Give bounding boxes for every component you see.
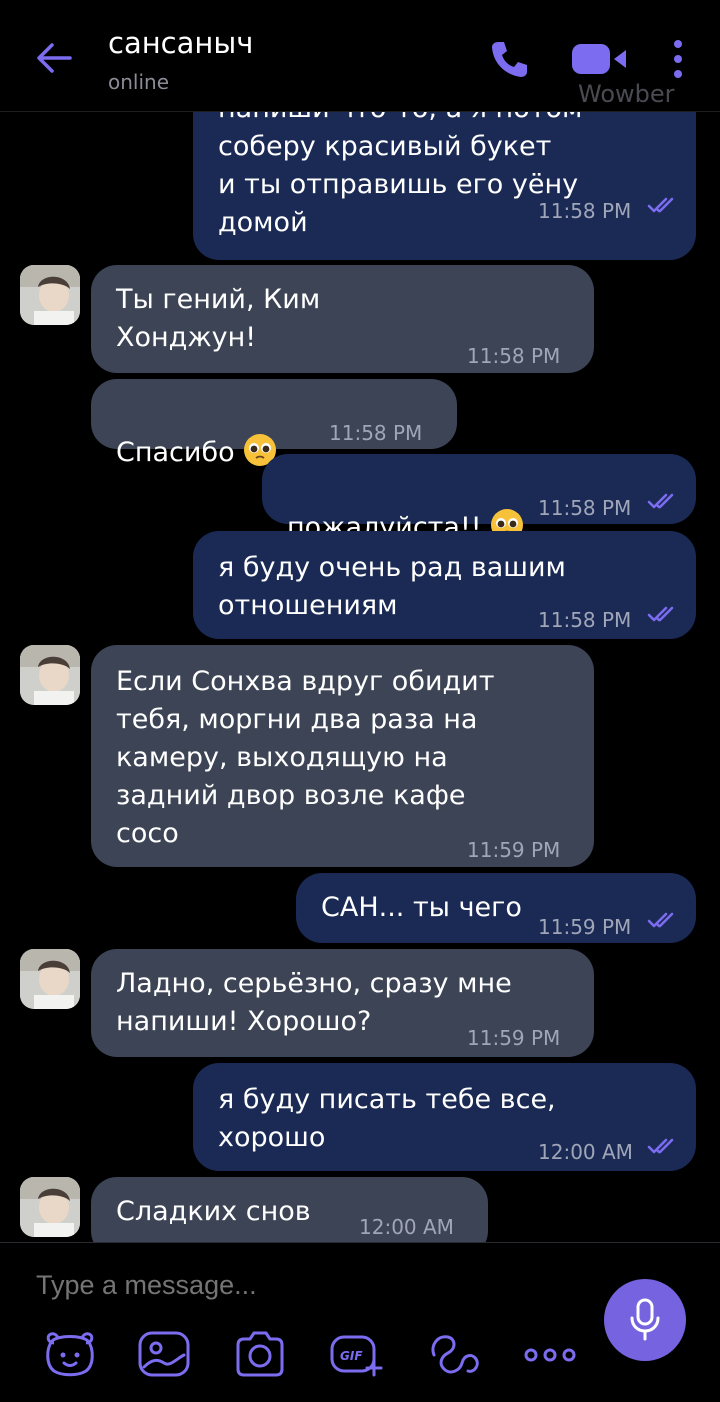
more-vertical-icon[interactable]: [668, 38, 688, 80]
read-ticks-icon: [647, 197, 674, 213]
microphone-icon: [630, 1298, 660, 1341]
message-time: 11:58 PM: [538, 199, 632, 223]
watermark: Wowber: [578, 80, 675, 108]
message-text: Если Сонхва вдруг обидит тебя, моргни дв…: [116, 666, 495, 849]
incoming-message[interactable]: Спасибо 11:58 PM: [91, 379, 457, 468]
message-time: 11:58 PM: [467, 344, 561, 368]
outgoing-message[interactable]: пожалуйста!! 11:58 PM: [262, 454, 696, 543]
read-ticks-icon: [647, 606, 674, 622]
outgoing-message[interactable]: САН... ты чего 11:59 PM: [296, 873, 696, 943]
contact-name[interactable]: сансаныч: [108, 26, 253, 60]
message-text: я буду очень рад вашим отношениям: [218, 552, 566, 621]
video-call-icon[interactable]: [570, 40, 630, 78]
contact-avatar[interactable]: [20, 949, 80, 1009]
message-text: я буду писать тебе все, хорошо: [218, 1084, 556, 1153]
doodle-icon[interactable]: [136, 1329, 192, 1379]
outgoing-message[interactable]: я буду писать тебе все, хорошо 12:00 AM: [193, 1063, 696, 1171]
phone-call-icon[interactable]: [488, 38, 530, 80]
message-time: 11:59 PM: [467, 1026, 561, 1050]
incoming-message[interactable]: Если Сонхва вдруг обидит тебя, моргни дв…: [91, 645, 594, 867]
message-composer: GIF: [0, 1242, 720, 1402]
incoming-message[interactable]: Ты гений, Ким Хонджун! 11:58 PM: [91, 265, 594, 373]
message-time: 11:58 PM: [538, 608, 632, 632]
message-time: 11:59 PM: [467, 838, 561, 862]
message-text: Ты гений, Ким Хонджун!: [116, 284, 321, 353]
message-text: Сладких снов: [116, 1196, 311, 1227]
read-ticks-icon: [647, 1138, 674, 1154]
message-time: 12:00 AM: [538, 1140, 633, 1164]
message-text: САН... ты чего: [321, 892, 522, 923]
contact-avatar[interactable]: [20, 1177, 80, 1237]
camera-icon[interactable]: [232, 1329, 288, 1379]
svg-text:GIF: GIF: [340, 1349, 363, 1363]
contact-status: online: [108, 70, 170, 94]
sticker-bear-icon[interactable]: [42, 1329, 98, 1379]
emoticon-icon[interactable]: [426, 1329, 482, 1379]
message-time: 12:00 AM: [359, 1215, 454, 1239]
gif-icon[interactable]: GIF: [328, 1329, 384, 1379]
message-text: Спасибо: [116, 437, 235, 468]
incoming-message[interactable]: Сладких снов 12:00 AM: [91, 1177, 488, 1242]
contact-avatar[interactable]: [20, 265, 80, 325]
incoming-message[interactable]: Ладно, серьёзно, сразу мне напиши! Хорош…: [91, 949, 594, 1057]
message-input[interactable]: [36, 1265, 576, 1305]
message-text: Ладно, серьёзно, сразу мне напиши! Хорош…: [116, 968, 512, 1037]
chat-header: сансаныч online Wowber: [0, 0, 720, 112]
message-text: напиши что-то, а я потом соберу красивый…: [218, 112, 582, 238]
outgoing-message[interactable]: я буду очень рад вашим отношениям 11:58 …: [193, 531, 696, 639]
more-options-icon[interactable]: [522, 1329, 578, 1379]
read-ticks-icon: [647, 493, 674, 509]
outgoing-message[interactable]: напиши что-то, а я потом соберу красивый…: [193, 112, 696, 260]
message-time: 11:59 PM: [538, 915, 632, 939]
message-time: 11:58 PM: [538, 496, 632, 520]
voice-message-button[interactable]: [604, 1279, 686, 1361]
back-arrow-icon[interactable]: [34, 38, 74, 78]
read-ticks-icon: [647, 912, 674, 928]
message-time: 11:58 PM: [329, 421, 423, 445]
contact-avatar[interactable]: [20, 645, 80, 705]
message-list[interactable]: напиши что-то, а я потом соберу красивый…: [0, 112, 720, 1242]
